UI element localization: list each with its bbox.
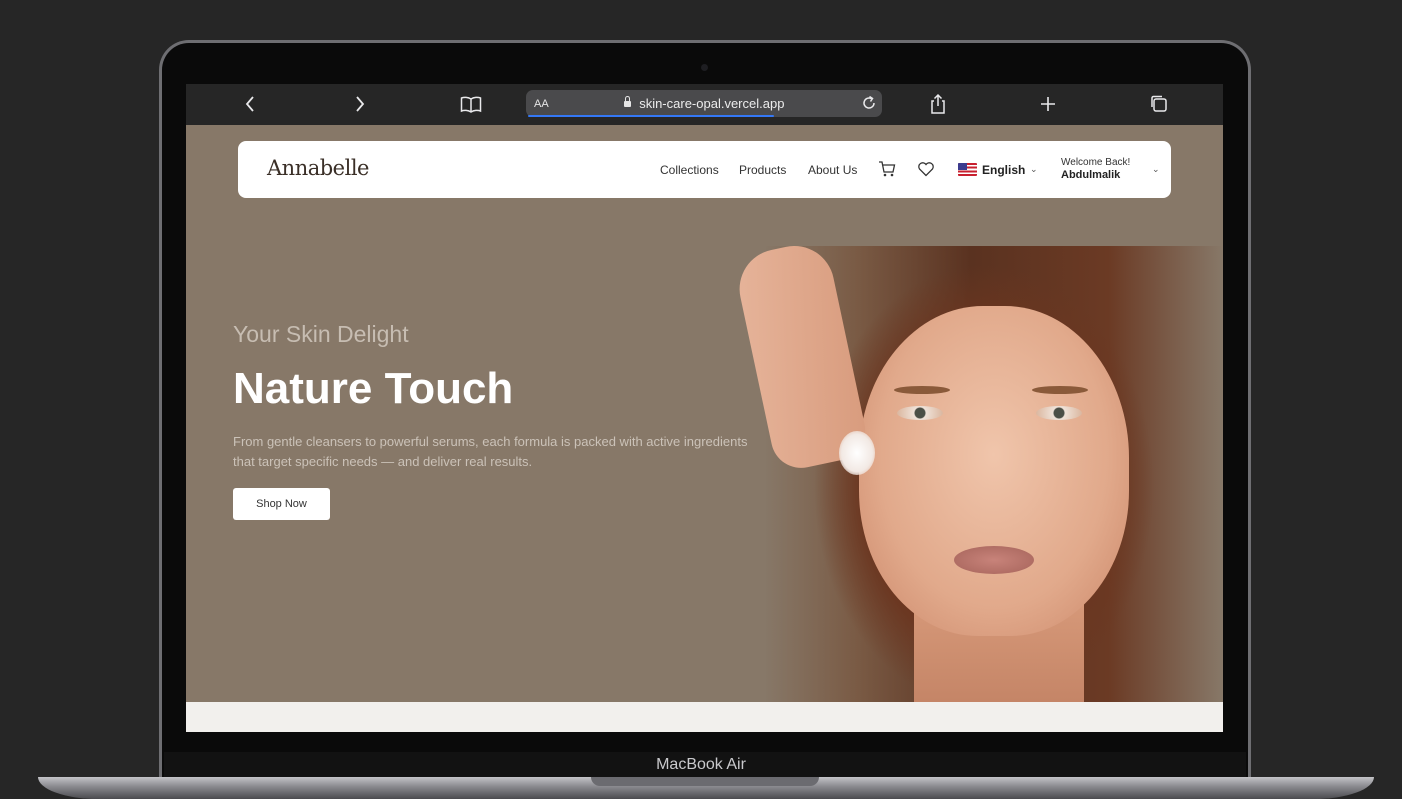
laptop-notch: [591, 777, 819, 786]
site-header: Annabelle Collections Products About Us …: [238, 141, 1171, 198]
us-flag-icon: [958, 163, 977, 176]
nav-about-link[interactable]: About Us: [808, 163, 857, 177]
welcome-text: Welcome Back!: [1061, 157, 1131, 168]
hero-model-image: [732, 238, 1223, 706]
hero-description: From gentle cleansers to powerful serums…: [233, 434, 748, 469]
web-page: Annabelle Collections Products About Us …: [186, 84, 1223, 732]
hero-title: Nature Touch: [233, 364, 514, 413]
hero-subtitle: Your Skin Delight: [233, 321, 409, 347]
device-label: MacBook Air: [656, 756, 746, 773]
heart-icon[interactable]: [917, 160, 935, 178]
nav-products-link[interactable]: Products: [739, 163, 786, 177]
shop-now-button[interactable]: Shop Now: [233, 488, 330, 520]
nav-collections-link[interactable]: Collections: [660, 163, 719, 177]
camera-icon: [701, 64, 708, 71]
chevron-down-icon[interactable]: ⌄: [1152, 164, 1160, 175]
language-selector[interactable]: English: [982, 163, 1025, 177]
chevron-down-icon[interactable]: ⌄: [1030, 164, 1038, 175]
next-section: [186, 702, 1223, 732]
browser-screen: AA skin-care-opal.vercel.app Annabelle C…: [186, 84, 1223, 732]
brand-logo[interactable]: Annabelle: [267, 156, 369, 180]
user-name[interactable]: Abdulmalik: [1061, 169, 1120, 181]
cart-icon[interactable]: [878, 160, 896, 178]
